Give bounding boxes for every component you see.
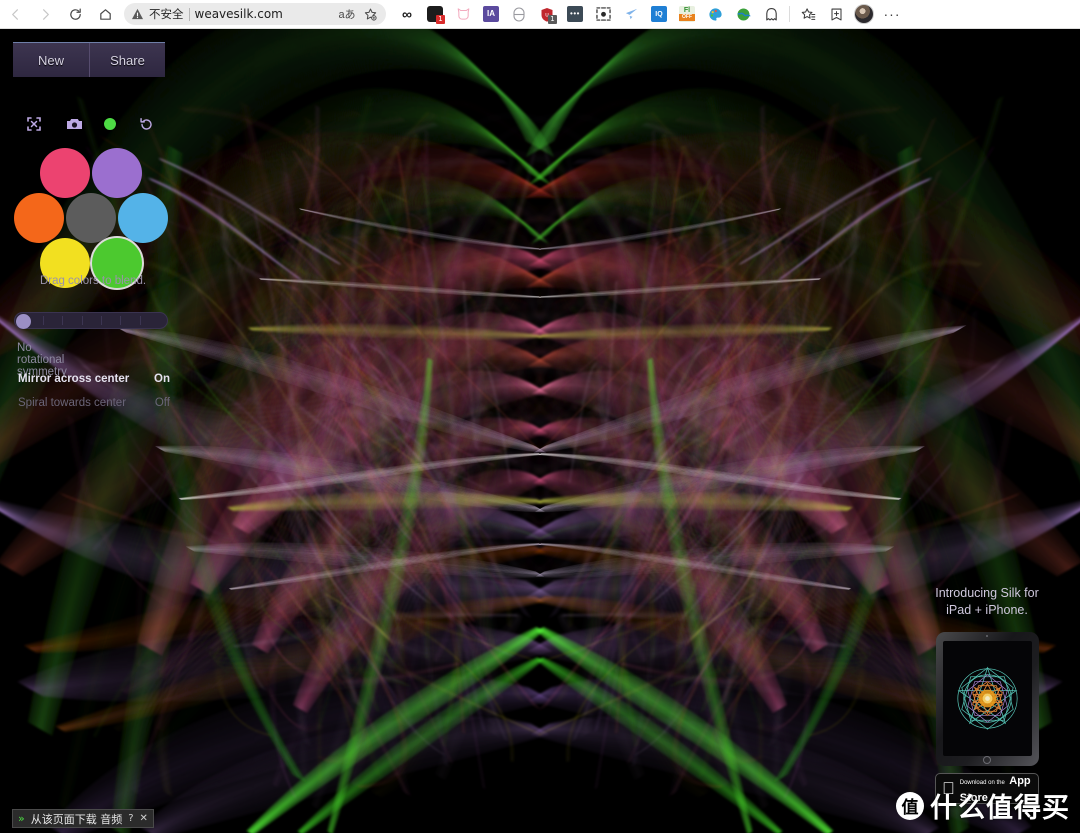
extension-pink-cat-extension[interactable]	[449, 1, 477, 27]
silk-action-buttons: New Share	[13, 42, 165, 77]
silk-tool-row	[24, 114, 156, 134]
app-store-badge-line1: Download on the	[947, 779, 1005, 786]
new-button[interactable]: New	[13, 43, 89, 77]
extension-badge: 1	[436, 15, 445, 24]
download-helper-bar[interactable]: » 从该页面下载 音频 ? ✕	[12, 809, 154, 828]
profile-avatar-button[interactable]	[850, 1, 878, 27]
home-icon[interactable]	[90, 1, 120, 27]
avatar	[854, 4, 874, 24]
add-to-browser-button[interactable]	[822, 1, 850, 27]
extension-badge: 1	[548, 15, 557, 24]
ghost-extension-icon	[763, 6, 779, 22]
current-color-dot[interactable]	[104, 118, 116, 130]
download-arrows-icon: »	[18, 812, 25, 825]
page-content: New Share Drag colors to blend. No rotat…	[0, 29, 1080, 833]
colors-extension-icon	[707, 6, 723, 22]
forward-arrow-icon[interactable]	[30, 1, 60, 27]
infinity-extension-icon: ∞	[402, 6, 412, 22]
extension-more-dots-extension[interactable]: •••	[561, 1, 589, 27]
color-palette	[14, 148, 174, 293]
palette-hint: Drag colors to blend.	[39, 275, 147, 287]
collections-button[interactable]	[794, 1, 822, 27]
spiral-towards-center-value: Off	[154, 397, 170, 409]
extension-adblock-shield-extension[interactable]: u 1	[533, 1, 561, 27]
extension-ia-extension[interactable]: IA	[477, 1, 505, 27]
back-arrow-icon[interactable]	[0, 1, 30, 27]
read-aloud-icon[interactable]: aあ	[338, 5, 356, 23]
spiral-towards-center-label: Spiral towards center	[18, 397, 127, 409]
url-text[interactable]: weavesilk.com	[195, 7, 334, 21]
pink-cat-extension-icon	[455, 6, 471, 22]
collections-icon	[800, 6, 816, 22]
promo-text: Introducing Silk for iPad + iPhone.	[912, 585, 1062, 619]
address-bar[interactable]: 不安全 weavesilk.com aあ	[124, 3, 386, 25]
color-swatch-gray[interactable]	[66, 193, 116, 243]
browser-settings-more-button[interactable]: ···	[878, 1, 906, 27]
ipad-device-image	[935, 631, 1039, 766]
undo-icon[interactable]	[136, 114, 156, 134]
browser-toolbar: 不安全 weavesilk.com aあ ∞ 1 IA u 1 ••• IQ F…	[0, 0, 1080, 29]
reload-icon[interactable]	[60, 1, 90, 27]
promo-line-1: Introducing Silk for	[935, 586, 1039, 600]
blue-doc-extension-icon: IQ	[651, 6, 667, 22]
mouse-extension-icon	[511, 6, 527, 22]
extensions-strip: ∞ 1 IA u 1 ••• IQ Fl OFF ···	[393, 1, 906, 27]
insecure-warning-icon	[131, 8, 144, 20]
extension-ghost-extension[interactable]	[757, 1, 785, 27]
security-label: 不安全	[149, 7, 184, 21]
spiral-towards-center-toggle[interactable]: Spiral towards center Off	[18, 397, 170, 409]
ipad-promo[interactable]: Introducing Silk for iPad + iPhone. Down…	[912, 585, 1062, 804]
favorite-star-icon[interactable]	[361, 5, 379, 23]
color-swatch-purple[interactable]	[92, 148, 142, 198]
add-to-browser-icon	[828, 6, 844, 22]
ipad-artwork	[956, 666, 1018, 730]
ipad-camera-dot	[986, 634, 988, 637]
promo-line-2: iPad + iPhone.	[946, 602, 1028, 617]
fullscreen-icon[interactable]	[24, 114, 44, 134]
extension-screenshot-extension[interactable]	[589, 1, 617, 27]
rotational-symmetry-slider[interactable]	[14, 312, 168, 329]
extension-blue-doc-extension[interactable]: IQ	[645, 1, 673, 27]
extension-infinity-extension[interactable]: ∞	[393, 1, 421, 27]
globe-extension-icon	[735, 6, 751, 22]
ipad-screen	[942, 640, 1032, 756]
extension-blue-bird-extension[interactable]	[617, 1, 645, 27]
color-swatch-orange[interactable]	[14, 193, 64, 243]
mirror-across-center-toggle[interactable]: Mirror across center On	[18, 373, 170, 385]
watermark-logo-mark: 值	[896, 791, 924, 820]
color-swatch-blue[interactable]	[118, 193, 168, 243]
download-bar-label[interactable]: 从该页面下载 音频	[31, 811, 123, 827]
camera-icon[interactable]	[64, 114, 84, 134]
blue-bird-extension-icon	[623, 6, 639, 22]
mirror-across-center-label: Mirror across center	[18, 373, 130, 385]
ipad-home-button	[983, 755, 991, 764]
watermark-text: 什么值得买	[930, 793, 1070, 824]
download-bar-close-icon[interactable]: ✕	[140, 813, 148, 824]
download-bar-help-icon[interactable]: ?	[128, 813, 133, 824]
slider-ticks	[43, 316, 159, 325]
screenshot-extension-icon	[595, 6, 611, 22]
toolbar-separator	[789, 6, 790, 22]
extension-colors-extension[interactable]	[701, 1, 729, 27]
extension-flash-off-extension[interactable]: Fl OFF	[673, 1, 701, 27]
mirror-across-center-value: On	[154, 373, 170, 385]
slider-knob[interactable]	[16, 314, 31, 329]
extension-blackbox-extension[interactable]: 1	[421, 1, 449, 27]
more-dots-extension-icon: •••	[567, 6, 583, 22]
flash-off-extension-icon: Fl OFF	[679, 6, 695, 22]
ia-extension-icon: IA	[483, 6, 499, 22]
share-button[interactable]: Share	[89, 43, 165, 77]
extension-globe-extension[interactable]	[729, 1, 757, 27]
smzdm-watermark: 值 什么值得买	[896, 786, 1070, 825]
color-swatch-pink[interactable]	[40, 148, 90, 198]
extension-mouse-extension[interactable]	[505, 1, 533, 27]
omnibox-divider	[188, 7, 190, 21]
